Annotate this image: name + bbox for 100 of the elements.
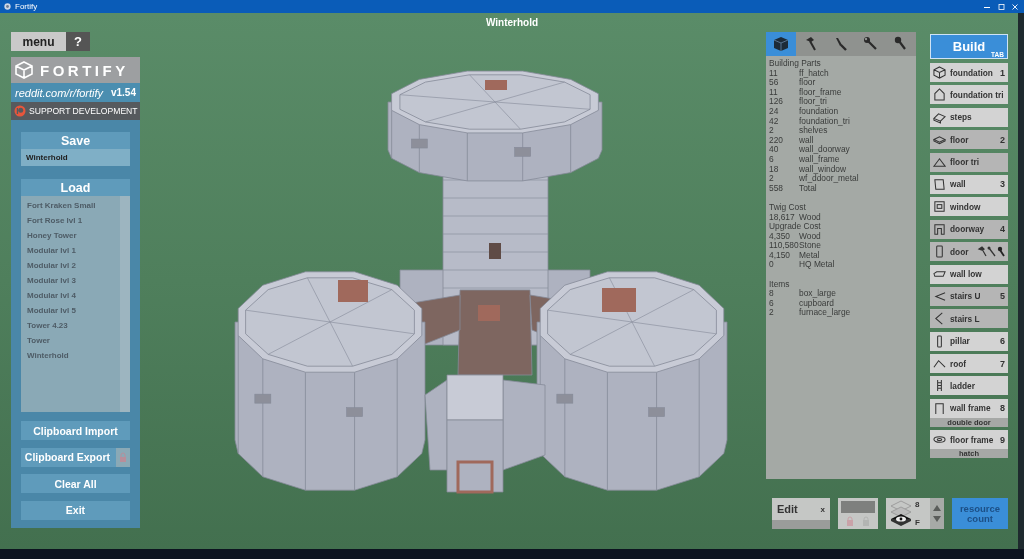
count-text: 18 xyxy=(769,164,780,175)
scene-title: Winterhold xyxy=(485,17,539,28)
part-name: wall_window xyxy=(799,164,846,175)
part-name: furnace_large xyxy=(799,308,852,319)
build-part-button[interactable]: roof 7 xyxy=(930,354,1008,374)
count-text: 2 xyxy=(769,174,775,184)
logo-text: FORTIFY xyxy=(40,61,129,79)
count-text: 40 xyxy=(769,145,780,155)
roof-icon xyxy=(933,357,946,371)
build-part-button[interactable]: wall 3 xyxy=(930,174,1008,194)
slab-icon xyxy=(933,110,946,124)
cube-icon xyxy=(14,60,34,80)
window-title: Fortify xyxy=(15,2,38,11)
part-name: shelves xyxy=(799,126,828,136)
count-text: 110,580 xyxy=(769,241,799,251)
cube-icon xyxy=(933,66,946,79)
version-label: v1.54 xyxy=(110,87,136,98)
layer-count: 8 xyxy=(915,500,920,509)
count-text: 11 xyxy=(769,87,779,98)
part-name: Total xyxy=(799,183,817,194)
app-icon xyxy=(4,3,11,10)
house-icon xyxy=(933,88,946,102)
cube-icon xyxy=(772,35,790,53)
frame-icon xyxy=(933,401,946,415)
build-part-button[interactable]: door xyxy=(930,242,1008,262)
close-icon[interactable] xyxy=(1010,2,1020,11)
edit-status-bar xyxy=(772,520,830,529)
chevron-icon xyxy=(933,312,946,326)
up-arrow-icon[interactable] xyxy=(932,504,942,512)
lock-status-bar xyxy=(841,501,875,513)
section-heading: Building Parts xyxy=(769,59,822,69)
help-button[interactable]: ? xyxy=(66,32,90,51)
save-name-field[interactable]: Winterhold xyxy=(21,149,130,166)
doorway-icon xyxy=(933,222,946,236)
count-text: 4,150 xyxy=(769,250,791,261)
count-text: 18,617 xyxy=(769,212,796,222)
count-text: 220 xyxy=(769,135,784,146)
build-part-button[interactable]: steps xyxy=(930,107,1008,127)
build-part-button[interactable]: wall frame 8 xyxy=(930,398,1008,418)
tool-tab[interactable] xyxy=(766,32,796,56)
maximize-icon[interactable] xyxy=(996,2,1006,11)
count-text: 2 xyxy=(769,308,775,319)
part-name: cupboard xyxy=(799,298,834,309)
section-heading: Upgrade Cost xyxy=(769,222,822,232)
build-part-button[interactable]: window xyxy=(930,197,1008,217)
build-part-button[interactable]: stairs U 5 xyxy=(930,286,1008,306)
count-text: 42 xyxy=(769,116,780,127)
build-part-button[interactable]: foundation 1 xyxy=(930,63,1008,82)
count-text: 0 xyxy=(769,260,775,271)
count-text: 558 xyxy=(769,183,784,194)
part-name: foundation xyxy=(799,106,840,117)
count-text: 2 xyxy=(769,126,775,136)
build-part-button[interactable]: floor frame 9 xyxy=(930,430,1008,450)
part-name: wall xyxy=(799,135,815,145)
scrollbar[interactable] xyxy=(120,196,130,412)
window-icon xyxy=(933,200,946,214)
count-text: 24 xyxy=(769,106,780,117)
count-text: 11 xyxy=(769,68,778,79)
part-name: Wood xyxy=(799,231,822,242)
menu-button[interactable]: menu xyxy=(11,32,66,51)
count-text: 4,350 xyxy=(769,231,790,242)
build-part-button[interactable]: floor 2 xyxy=(930,130,1008,150)
down-arrow-icon[interactable] xyxy=(932,515,942,523)
chevron-icon xyxy=(933,289,946,303)
count-text: 6 xyxy=(769,298,775,309)
tools-icon xyxy=(977,246,1005,258)
subreddit-link[interactable]: reddit.com/r/fortify xyxy=(15,86,104,99)
count-text: 6 xyxy=(769,154,775,165)
build-part-button[interactable]: ladder xyxy=(930,376,1008,396)
floor-label: F xyxy=(915,518,920,527)
part-name: wall_doorway xyxy=(799,145,851,155)
part-name: HQ Metal xyxy=(799,260,836,271)
part-name: Metal xyxy=(799,250,821,260)
triangle-icon xyxy=(933,155,946,169)
build-part-button[interactable]: foundation tri xyxy=(930,85,1008,105)
part-name: floor xyxy=(799,78,816,88)
patreon-icon xyxy=(14,105,26,117)
part-name: Wood xyxy=(799,212,822,222)
section-heading: Items xyxy=(769,279,791,290)
count-text: 56 xyxy=(769,78,780,88)
part-name: floor_tri xyxy=(799,97,827,107)
part-name: floor_frame xyxy=(799,87,843,98)
build-part-button[interactable]: wall low xyxy=(930,264,1008,284)
count-text: 8 xyxy=(769,289,775,299)
build-part-button[interactable]: doorway 4 xyxy=(930,219,1008,239)
close-edit-button[interactable]: x xyxy=(820,504,825,514)
edit-label: Edit xyxy=(777,503,798,515)
support-banner[interactable]: SUPPORT DEVELOPMENT xyxy=(11,102,140,120)
panel-icon xyxy=(933,177,946,191)
lock-toggle[interactable] xyxy=(116,447,130,467)
part-name: wall_frame xyxy=(799,154,840,165)
count-text: 126 xyxy=(769,97,784,107)
diamond-icon xyxy=(933,133,946,147)
part-name: wf_ddoor_metal xyxy=(799,174,860,184)
build-part-button[interactable]: stairs L xyxy=(930,309,1008,329)
build-part-button[interactable]: floor tri xyxy=(930,152,1008,172)
part-name: Stone xyxy=(799,241,822,251)
door-icon xyxy=(933,245,946,259)
build-part-button[interactable]: pillar 6 xyxy=(930,331,1008,351)
section-heading: Twig Cost xyxy=(769,202,807,213)
